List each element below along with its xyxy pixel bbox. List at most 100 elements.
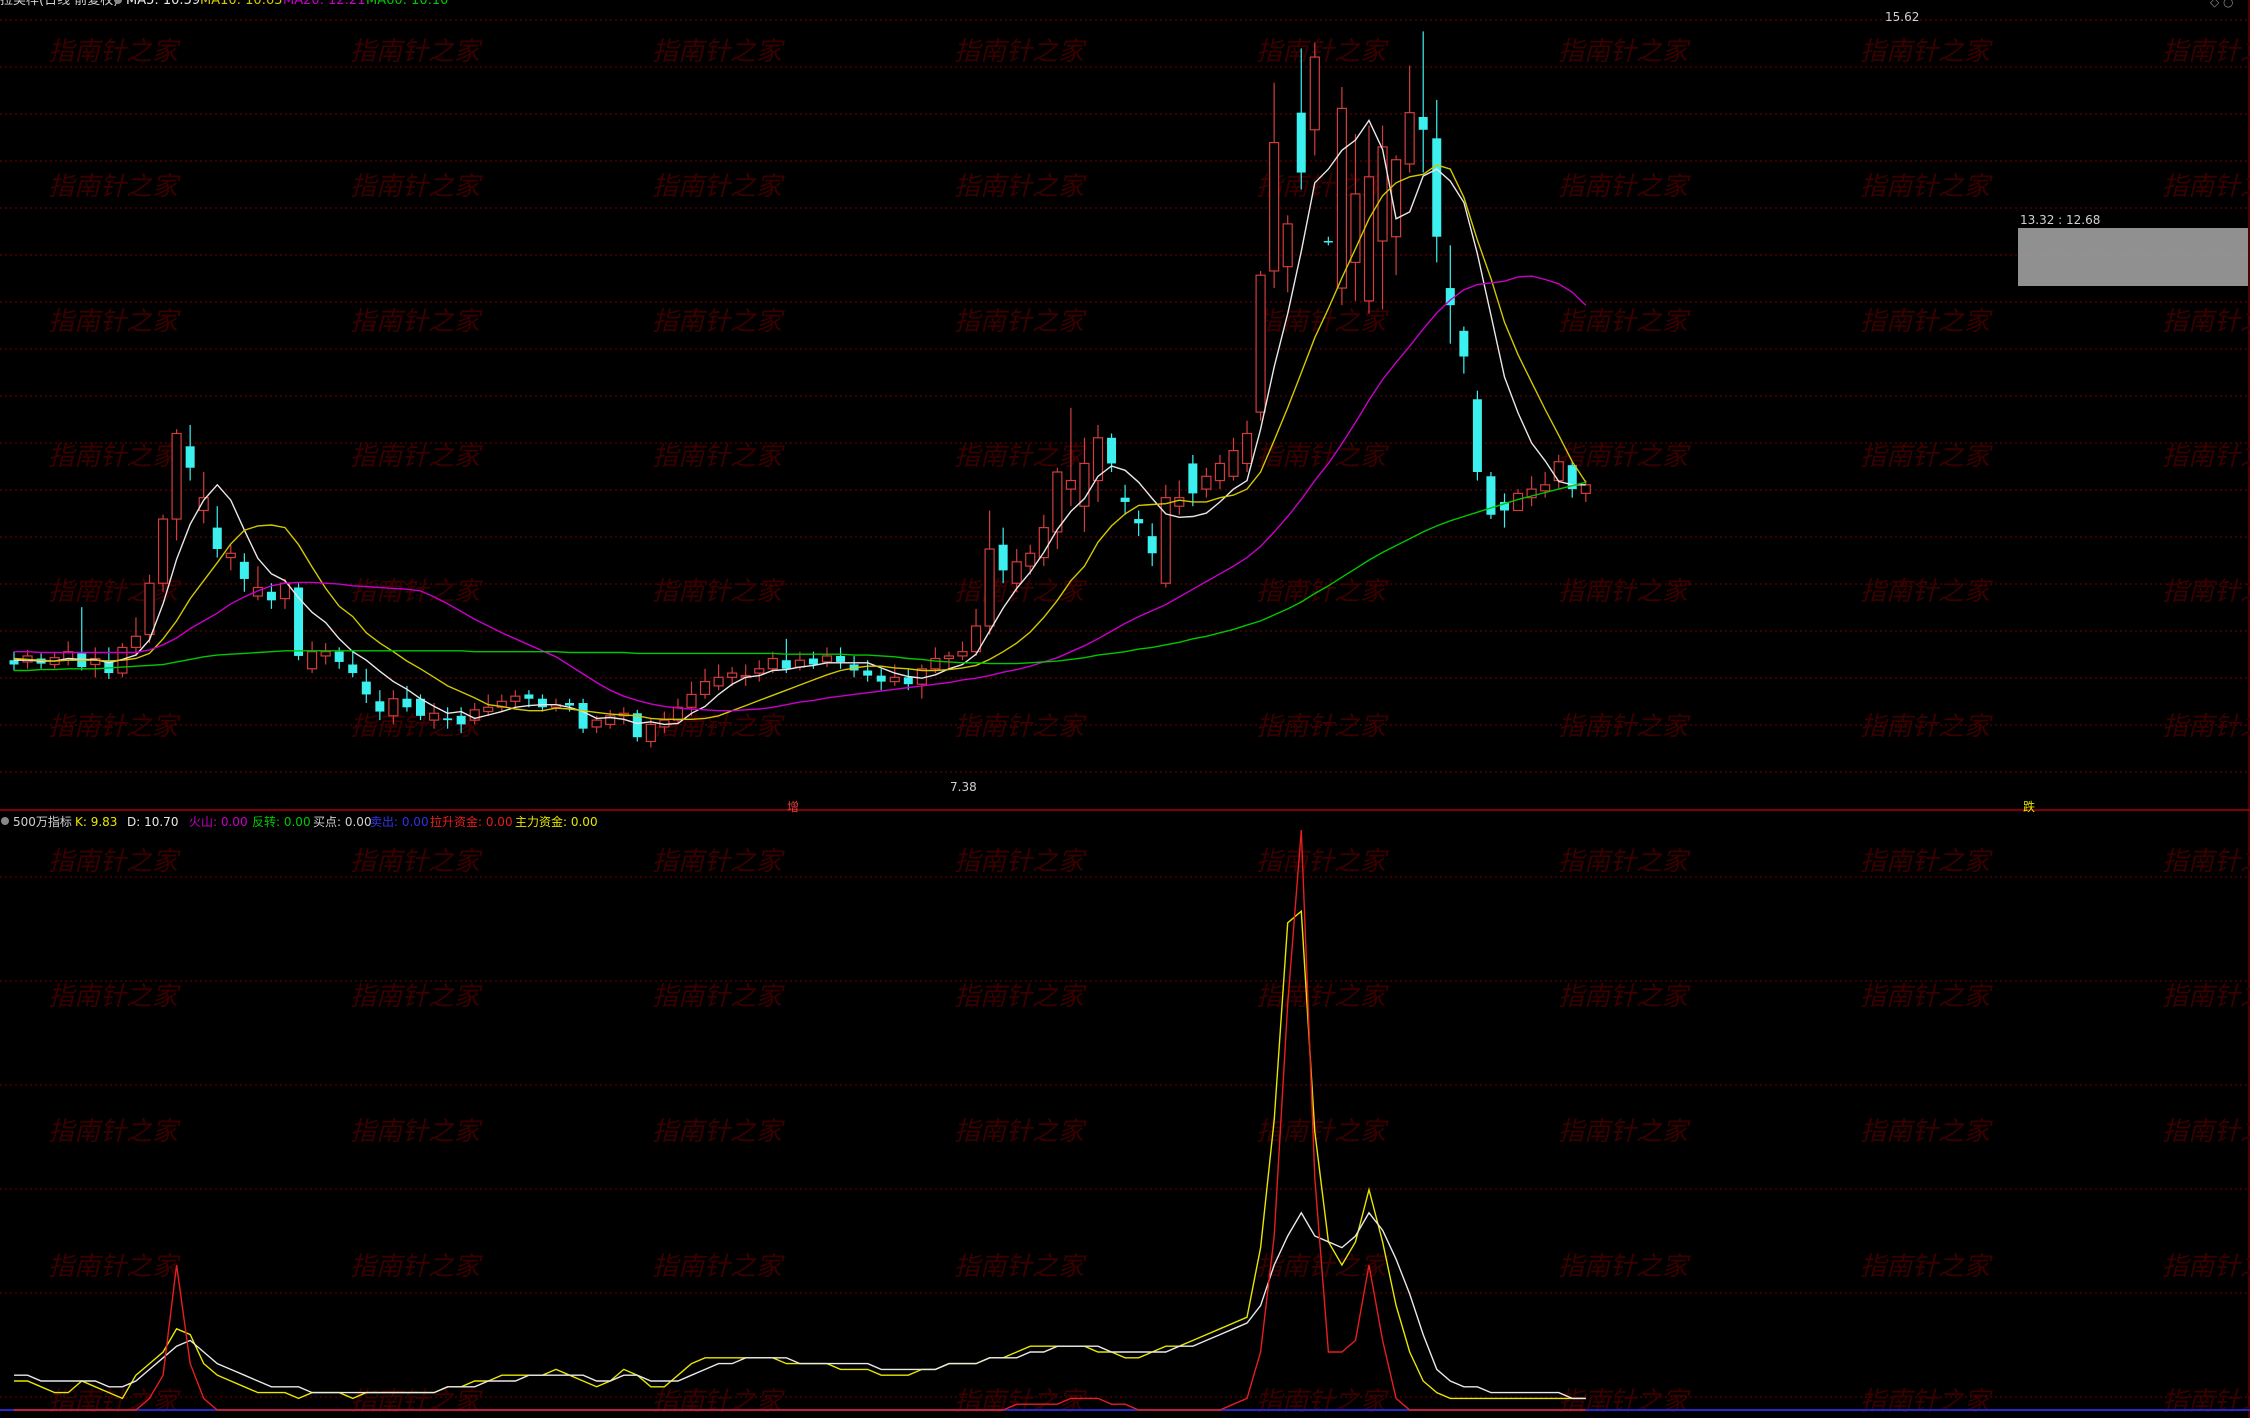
watermark: 指南针之家 xyxy=(48,1252,181,1282)
watermark: 指南针之家 xyxy=(1860,172,1993,202)
watermark: 指南针之家 xyxy=(1860,1387,1993,1417)
indicator-d: D: 10.70 xyxy=(127,815,178,829)
watermark: 指南针之家 xyxy=(1860,307,1993,337)
kline-chart[interactable]: 指南针之家指南针之家指南针之家指南针之家指南针之家指南针之家指南针之家指南针之家… xyxy=(0,0,2250,1418)
watermark: 指南针之家 xyxy=(954,712,1087,742)
candle-body xyxy=(957,651,968,657)
watermark: 指南针之家 xyxy=(1558,37,1691,67)
candle-body xyxy=(537,698,547,708)
indicator-maichu: 卖出: 0.00 xyxy=(370,815,429,829)
candle-body xyxy=(998,544,1008,571)
max-price-label: 15.62 xyxy=(1885,10,1919,24)
watermark: 指南针之家 xyxy=(2162,982,2250,1012)
candle-body xyxy=(361,681,371,695)
watermark: 指南针之家 xyxy=(652,37,785,67)
candle-body xyxy=(130,635,142,648)
candle-body xyxy=(1418,116,1428,130)
marker-zeng: 增 xyxy=(787,800,799,814)
candle-body xyxy=(1282,223,1293,268)
candle-body xyxy=(1188,463,1198,494)
candle-body xyxy=(645,723,656,743)
watermark: 指南针之家 xyxy=(652,442,785,472)
watermark: 指南针之家 xyxy=(954,847,1087,877)
candle-body xyxy=(808,658,818,665)
candle-body xyxy=(1580,484,1591,494)
watermark: 指南针之家 xyxy=(48,442,181,472)
candle-body xyxy=(1228,450,1239,477)
watermark: 指南针之家 xyxy=(48,1387,181,1417)
watermark: 指南针之家 xyxy=(48,847,181,877)
candle-body xyxy=(578,703,588,729)
candle-body xyxy=(821,655,833,663)
watermark: 指南针之家 xyxy=(350,982,483,1012)
candle-body xyxy=(1540,484,1551,492)
candle-body xyxy=(565,703,575,706)
watermark: 指南针之家 xyxy=(652,172,785,202)
watermark: 指南针之家 xyxy=(1256,37,1389,67)
watermark: 指南针之家 xyxy=(954,37,1087,67)
candle-body xyxy=(334,651,344,662)
candle-body xyxy=(836,655,846,662)
candle-body xyxy=(754,668,765,674)
watermark: 指南针之家 xyxy=(954,442,1087,472)
watermark: 指南针之家 xyxy=(652,577,785,607)
watermark: 指南针之家 xyxy=(1558,847,1691,877)
candle-body xyxy=(524,694,534,699)
candle-body xyxy=(672,706,684,721)
watermark: 指南针之家 xyxy=(1558,577,1691,607)
watermark: 指南针之家 xyxy=(1860,712,1993,742)
watermark: 指南针之家 xyxy=(350,172,483,202)
watermark: 指南针之家 xyxy=(1558,712,1691,742)
candle-body xyxy=(171,432,182,520)
watermark: 指南针之家 xyxy=(2162,1117,2250,1147)
candle-body xyxy=(402,698,412,708)
candle-body xyxy=(1336,107,1348,289)
watermark: 指南针之家 xyxy=(48,982,181,1012)
candle-body xyxy=(320,651,331,657)
candle-body xyxy=(225,552,236,559)
candle-body xyxy=(456,715,466,725)
watermark: 指南针之家 xyxy=(350,1117,483,1147)
watermark: 指南针之家 xyxy=(2162,847,2250,877)
watermark: 指南针之家 xyxy=(1860,442,1993,472)
candle-body xyxy=(307,651,318,670)
candle-body xyxy=(1404,112,1415,165)
candle-body xyxy=(1255,274,1266,413)
candle-body xyxy=(1065,479,1077,490)
candle-body xyxy=(686,693,697,708)
candle-body xyxy=(144,582,155,636)
candle-body xyxy=(699,681,711,696)
crosshair-box xyxy=(2018,228,2248,286)
watermark: 指南针之家 xyxy=(2162,1252,2250,1282)
watermark: 指南针之家 xyxy=(1256,577,1389,607)
watermark: 指南针之家 xyxy=(1256,1117,1389,1147)
candle-body xyxy=(1309,56,1320,131)
min-price-label: 7.38 xyxy=(950,780,977,794)
candle-body xyxy=(943,655,955,660)
watermark: 指南针之家 xyxy=(2162,1387,2250,1417)
candle-body xyxy=(416,698,425,716)
indicator-k: K: 9.83 xyxy=(75,815,117,829)
chart-title: 拉美样(日线 前复权) xyxy=(0,0,118,8)
watermark: 指南针之家 xyxy=(1860,1117,1993,1147)
candle-body xyxy=(984,548,995,627)
indicator-maidian: 买点: 0.00 xyxy=(313,815,372,829)
watermark: 指南针之家 xyxy=(1860,577,1993,607)
candle-body xyxy=(1269,142,1280,272)
watermark: 指南针之家 xyxy=(48,712,181,742)
candle-body xyxy=(1201,475,1212,490)
candle-body xyxy=(1432,138,1442,237)
window-controls-icon[interactable]: ◇ ○ xyxy=(2210,0,2234,9)
candle-body xyxy=(443,718,453,721)
candle-body xyxy=(1512,492,1524,512)
watermark: 指南针之家 xyxy=(2162,442,2250,472)
candle-body xyxy=(1052,471,1063,533)
watermark: 指南针之家 xyxy=(1256,1387,1389,1417)
watermark: 指南针之家 xyxy=(48,37,181,67)
watermark: 指南针之家 xyxy=(652,307,785,337)
legend-ma10: MA10: 10.63 xyxy=(200,0,282,8)
candle-body xyxy=(1147,536,1157,554)
watermark: 指南针之家 xyxy=(652,1252,785,1282)
watermark: 指南针之家 xyxy=(2162,307,2250,337)
candle-body xyxy=(185,446,195,468)
